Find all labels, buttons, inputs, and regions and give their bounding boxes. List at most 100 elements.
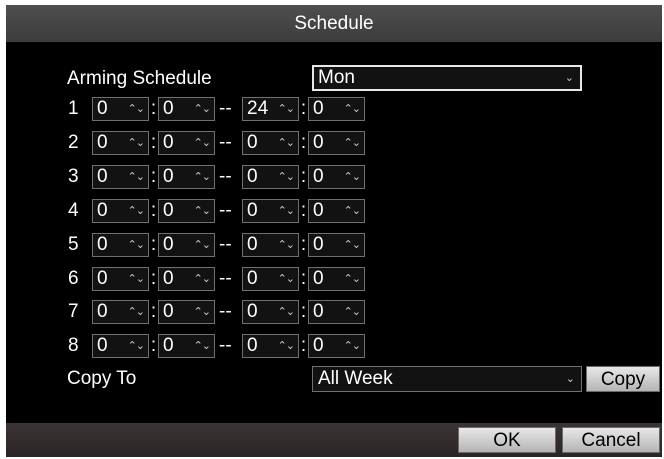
copy-button[interactable]: Copy [586, 366, 660, 392]
start-minute-spinner[interactable]: 0 ⌃⌄ [158, 165, 215, 189]
end-hour-spinner[interactable]: 0 ⌃⌄ [242, 199, 299, 223]
time-colon: : [150, 268, 157, 289]
start-hour-value: 0 [97, 268, 108, 289]
start-hour-spinner[interactable]: 0 ⌃⌄ [92, 334, 149, 358]
range-dash: -- [219, 234, 232, 255]
schedule-dialog: Schedule Arming Schedule Mon ⌄ 1 0 ⌃⌄:0 ⌃⌄ -… [6, 5, 662, 457]
start-hour-spinner[interactable]: 0 ⌃⌄ [92, 165, 149, 189]
start-minute-spinner[interactable]: 0 ⌃⌄ [158, 267, 215, 291]
up-down-arrows-icon: ⌃⌄ [343, 205, 361, 217]
day-select-value: Mon [318, 67, 355, 88]
start-minute-value: 0 [163, 335, 174, 356]
up-down-arrows-icon: ⌃⌄ [127, 171, 145, 183]
end-minute-value: 0 [313, 132, 324, 153]
copy-target-value: All Week [318, 368, 393, 389]
up-down-arrows-icon: ⌃⌄ [127, 306, 145, 318]
range-dash: -- [219, 166, 232, 187]
start-hour-value: 0 [97, 166, 108, 187]
time-colon: : [300, 132, 307, 153]
end-hour-spinner[interactable]: 0 ⌃⌄ [242, 267, 299, 291]
end-minute-value: 0 [313, 335, 324, 356]
chevron-down-icon: ⌄ [564, 72, 574, 84]
start-hour-value: 0 [97, 98, 108, 119]
up-down-arrows-icon: ⌃⌄ [127, 239, 145, 251]
time-colon: : [150, 301, 157, 322]
up-down-arrows-icon: ⌃⌄ [277, 273, 295, 285]
copy-target-select[interactable]: All Week ⌄ [312, 366, 582, 392]
end-hour-spinner[interactable]: 0 ⌃⌄ [242, 233, 299, 257]
row-number: 4 [68, 200, 79, 221]
start-minute-spinner[interactable]: 0 ⌃⌄ [158, 334, 215, 358]
end-minute-spinner[interactable]: 0 ⌃⌄ [308, 233, 365, 257]
end-hour-value: 0 [247, 301, 258, 322]
end-minute-spinner[interactable]: 0 ⌃⌄ [308, 267, 365, 291]
up-down-arrows-icon: ⌃⌄ [277, 306, 295, 318]
start-hour-value: 0 [97, 234, 108, 255]
end-minute-spinner[interactable]: 0 ⌃⌄ [308, 97, 365, 121]
end-hour-spinner[interactable]: 0 ⌃⌄ [242, 131, 299, 155]
end-hour-spinner[interactable]: 0 ⌃⌄ [242, 165, 299, 189]
up-down-arrows-icon: ⌃⌄ [343, 340, 361, 352]
ok-button[interactable]: OK [458, 427, 556, 453]
end-minute-spinner[interactable]: 0 ⌃⌄ [308, 199, 365, 223]
up-down-arrows-icon: ⌃⌄ [127, 273, 145, 285]
up-down-arrows-icon: ⌃⌄ [193, 340, 211, 352]
start-hour-spinner[interactable]: 0 ⌃⌄ [92, 199, 149, 223]
start-minute-spinner[interactable]: 0 ⌃⌄ [158, 233, 215, 257]
start-minute-value: 0 [163, 98, 174, 119]
start-hour-value: 0 [97, 335, 108, 356]
dialog-title: Schedule [6, 5, 662, 42]
cancel-button[interactable]: Cancel [562, 427, 660, 453]
start-minute-spinner[interactable]: 0 ⌃⌄ [158, 300, 215, 324]
copy-to-label: Copy To [67, 368, 137, 389]
end-minute-value: 0 [313, 234, 324, 255]
end-hour-value: 0 [247, 268, 258, 289]
time-colon: : [300, 166, 307, 187]
end-minute-value: 0 [313, 166, 324, 187]
up-down-arrows-icon: ⌃⌄ [277, 137, 295, 149]
end-minute-spinner[interactable]: 0 ⌃⌄ [308, 334, 365, 358]
end-minute-spinner[interactable]: 0 ⌃⌄ [308, 165, 365, 189]
start-hour-spinner[interactable]: 0 ⌃⌄ [92, 300, 149, 324]
end-hour-spinner[interactable]: 24 ⌃⌄ [242, 97, 299, 121]
start-hour-spinner[interactable]: 0 ⌃⌄ [92, 233, 149, 257]
end-minute-value: 0 [313, 301, 324, 322]
time-colon: : [300, 335, 307, 356]
up-down-arrows-icon: ⌃⌄ [127, 103, 145, 115]
start-minute-spinner[interactable]: 0 ⌃⌄ [158, 199, 215, 223]
range-dash: -- [219, 268, 232, 289]
start-minute-value: 0 [163, 234, 174, 255]
end-hour-spinner[interactable]: 0 ⌃⌄ [242, 334, 299, 358]
time-colon: : [150, 200, 157, 221]
day-select[interactable]: Mon ⌄ [312, 65, 582, 91]
end-hour-spinner[interactable]: 0 ⌃⌄ [242, 300, 299, 324]
up-down-arrows-icon: ⌃⌄ [343, 239, 361, 251]
row-number: 5 [68, 234, 79, 255]
end-minute-value: 0 [313, 200, 324, 221]
up-down-arrows-icon: ⌃⌄ [127, 205, 145, 217]
time-colon: : [150, 132, 157, 153]
start-minute-value: 0 [163, 166, 174, 187]
time-colon: : [300, 301, 307, 322]
row-number: 2 [68, 132, 79, 153]
up-down-arrows-icon: ⌃⌄ [343, 273, 361, 285]
start-hour-value: 0 [97, 301, 108, 322]
start-hour-value: 0 [97, 132, 108, 153]
up-down-arrows-icon: ⌃⌄ [277, 239, 295, 251]
end-minute-spinner[interactable]: 0 ⌃⌄ [308, 300, 365, 324]
start-minute-spinner[interactable]: 0 ⌃⌄ [158, 97, 215, 121]
start-minute-spinner[interactable]: 0 ⌃⌄ [158, 131, 215, 155]
up-down-arrows-icon: ⌃⌄ [193, 103, 211, 115]
up-down-arrows-icon: ⌃⌄ [193, 239, 211, 251]
start-hour-spinner[interactable]: 0 ⌃⌄ [92, 267, 149, 291]
end-minute-value: 0 [313, 268, 324, 289]
end-minute-value: 0 [313, 98, 324, 119]
end-hour-value: 0 [247, 335, 258, 356]
end-minute-spinner[interactable]: 0 ⌃⌄ [308, 131, 365, 155]
time-colon: : [150, 335, 157, 356]
start-hour-spinner[interactable]: 0 ⌃⌄ [92, 131, 149, 155]
start-hour-spinner[interactable]: 0 ⌃⌄ [92, 97, 149, 121]
up-down-arrows-icon: ⌃⌄ [193, 205, 211, 217]
start-minute-value: 0 [163, 132, 174, 153]
time-colon: : [300, 98, 307, 119]
